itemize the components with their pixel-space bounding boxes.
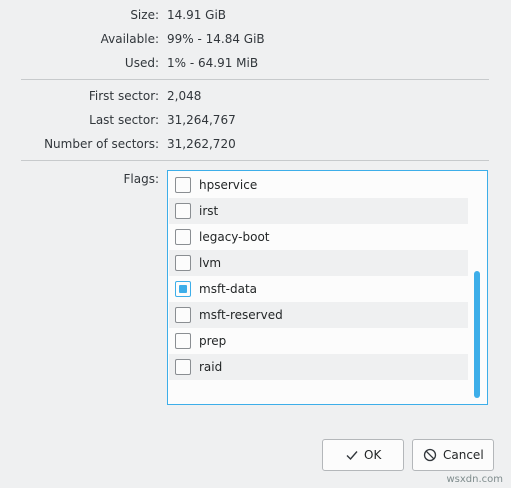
partition-properties-dialog: Size: 14.91 GiB Available: 99% - 14.84 G… [0,0,511,488]
cancel-button[interactable]: Cancel [412,439,494,471]
last-sector-value: 31,264,767 [167,113,236,127]
checkbox[interactable] [175,359,191,375]
used-label: Used: [124,56,159,70]
separator [21,160,489,161]
num-sectors-value: 31,262,720 [167,137,236,151]
cancel-circle-icon [423,448,437,462]
size-label: Size: [130,8,159,22]
last-sector-row: Last sector: 31,264,767 [0,111,511,131]
last-sector-label: Last sector: [89,113,159,127]
flag-label: msft-reserved [199,308,283,322]
flag-label: legacy-boot [199,230,270,244]
flag-item-msft-reserved[interactable]: msft-reserved [169,302,468,328]
flag-item-legacy-boot[interactable]: legacy-boot [169,224,468,250]
flag-label: irst [199,204,219,218]
available-value: 99% - 14.84 GiB [167,32,265,46]
checkbox[interactable] [175,333,191,349]
flag-label: msft-data [199,282,258,296]
ok-button[interactable]: OK [322,439,404,471]
checkbox[interactable] [175,255,191,271]
checkbox[interactable] [175,229,191,245]
flag-item-irst[interactable]: irst [169,198,468,224]
flag-label: hpservice [199,178,258,192]
size-row: Size: 14.91 GiB [0,6,511,26]
flag-item-lvm[interactable]: lvm [169,250,468,276]
flag-item-hpservice[interactable]: hpservice [169,172,468,198]
flag-item-raid[interactable]: raid [169,354,468,380]
first-sector-label: First sector: [88,89,159,103]
checkbox[interactable] [175,307,191,323]
flag-label: lvm [199,256,222,270]
watermark: wsxdn.com [446,474,503,485]
flags-label: Flags: [123,172,159,186]
separator [21,79,489,80]
first-sector-value: 2,048 [167,89,202,103]
num-sectors-row: Number of sectors: 31,262,720 [0,135,511,155]
available-row: Available: 99% - 14.84 GiB [0,30,511,50]
checkmark-icon [346,451,358,461]
flag-label: prep [199,334,227,348]
first-sector-row: First sector: 2,048 [0,87,511,107]
used-row: Used: 1% - 64.91 MiB [0,54,511,74]
checkbox-checked[interactable] [175,281,191,297]
scrollbar-handle[interactable] [474,271,480,398]
cancel-button-label: Cancel [443,448,484,462]
ok-button-label: OK [364,448,382,462]
size-value: 14.91 GiB [167,8,227,22]
checkbox[interactable] [175,203,191,219]
flag-item-prep[interactable]: prep [169,328,468,354]
num-sectors-label: Number of sectors: [44,137,159,151]
checkbox[interactable] [175,177,191,193]
flags-list[interactable]: hpservice irst legacy-boot lvm msft-data… [167,170,488,405]
flag-item-msft-data[interactable]: msft-data [169,276,468,302]
flag-label: raid [199,360,223,374]
used-value: 1% - 64.91 MiB [167,56,259,70]
available-label: Available: [100,32,159,46]
